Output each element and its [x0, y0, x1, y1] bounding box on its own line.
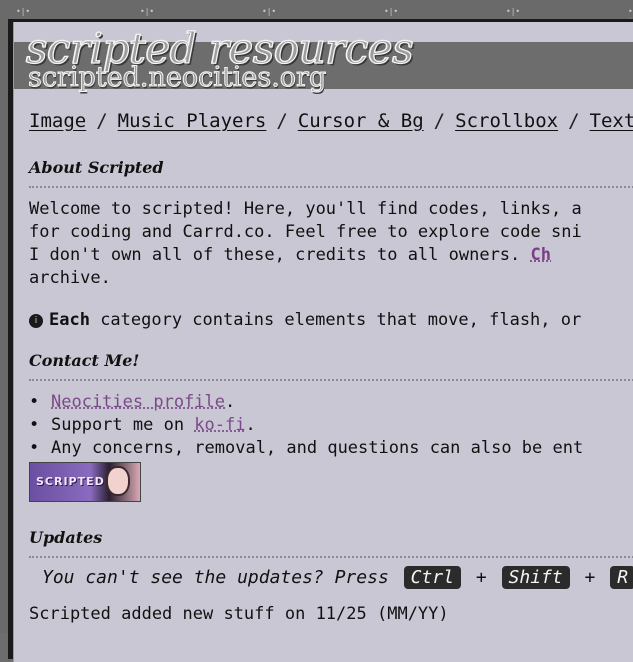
updates-heading: Updates	[29, 528, 103, 547]
shift-key: Shift	[501, 566, 570, 589]
nav-separator: /	[96, 110, 108, 132]
note-bold: Each	[49, 310, 90, 330]
punctuation: .	[245, 415, 256, 435]
about-line: for coding and Carrd.co. Feel free to ex…	[29, 222, 582, 242]
note-text: category contains elements that move, fl…	[89, 310, 582, 330]
badge-portrait	[106, 466, 130, 496]
decor-dots: •|•	[140, 7, 156, 16]
category-note: i Each category contains elements that mo…	[29, 309, 633, 332]
nav-link-image[interactable]: Image	[29, 110, 86, 132]
decor-dots: •|•	[16, 7, 32, 16]
about-line: archive.	[29, 268, 111, 288]
nav-link-music-players[interactable]: Music Players	[118, 110, 267, 132]
kofi-link[interactable]: ko-fi	[194, 415, 245, 435]
about-heading: About Scripted	[29, 158, 164, 177]
content-panel: scripted resources scripted.neocities.or…	[13, 22, 633, 662]
site-subtitle: scripted.neocities.org	[27, 62, 327, 94]
left-rail	[0, 19, 8, 633]
kofi-prefix: Support me on	[51, 415, 195, 435]
refresh-hint: You can't see the updates? Press Ctrl + …	[29, 566, 633, 589]
r-key: R	[610, 566, 633, 589]
changelog-link[interactable]: Ch	[531, 245, 551, 265]
nav-separator: /	[276, 110, 288, 132]
contact-heading: Contact Me!	[29, 351, 140, 370]
section-divider	[29, 379, 633, 381]
neocities-profile-link[interactable]: Neocities profile	[51, 392, 225, 412]
list-item: • Support me on ko-fi.	[29, 414, 633, 437]
list-item: • Neocities profile.	[29, 391, 633, 414]
badge-label: SCRIPTED	[36, 475, 105, 488]
decor-dots: •|•	[506, 7, 522, 16]
nav-link-scrollbox[interactable]: Scrollbox	[455, 110, 558, 132]
about-line: I don't own all of these, credits to all…	[29, 244, 633, 267]
list-item: • Any concerns, removal, and questions ca…	[29, 437, 633, 460]
decor-dots: •|•	[384, 7, 400, 16]
nav-separator: /	[568, 110, 580, 132]
bullet: •	[29, 415, 40, 435]
latest-update: Scripted added new stuff on 11/25 (MM/YY…	[29, 604, 449, 624]
plus-sign: +	[475, 567, 487, 588]
main-content: Image / Music Players / Cursor & Bg / Scrollbo…	[29, 110, 633, 626]
about-line: Welcome to scripted! Here, you'll find c…	[29, 199, 582, 219]
nav-link-cursor-bg[interactable]: Cursor & Bg	[298, 110, 424, 132]
about-line-text: I don't own all of these, credits to all…	[29, 245, 531, 265]
site-badge-button[interactable]: SCRIPTED	[29, 462, 141, 502]
ctrl-key: Ctrl	[403, 566, 461, 589]
contact-list: • Neocities profile. • Support me on ko-fi…	[29, 391, 633, 460]
nav-bar: Image / Music Players / Cursor & Bg / Scrollbo…	[29, 110, 633, 132]
nav-link-text[interactable]: Text	[590, 110, 633, 132]
refresh-hint-text: You can't see the updates? Press	[42, 567, 389, 588]
concerns-text: Any concerns, removal, and questions can…	[51, 438, 584, 458]
page-frame: scripted resources scripted.neocities.or…	[8, 19, 633, 662]
nav-separator: /	[433, 110, 446, 132]
section-divider	[29, 186, 633, 188]
bullet: •	[29, 392, 40, 412]
punctuation: .	[225, 392, 236, 412]
top-strip: •|• •|• •|• •|• •|• •|•	[0, 0, 633, 25]
plus-sign: +	[584, 567, 596, 588]
section-divider	[29, 556, 633, 558]
bullet: •	[29, 438, 40, 458]
info-icon: i	[29, 314, 43, 328]
about-text: Welcome to scripted! Here, you'll find c…	[29, 198, 633, 290]
decor-dots: •|•	[262, 7, 278, 16]
